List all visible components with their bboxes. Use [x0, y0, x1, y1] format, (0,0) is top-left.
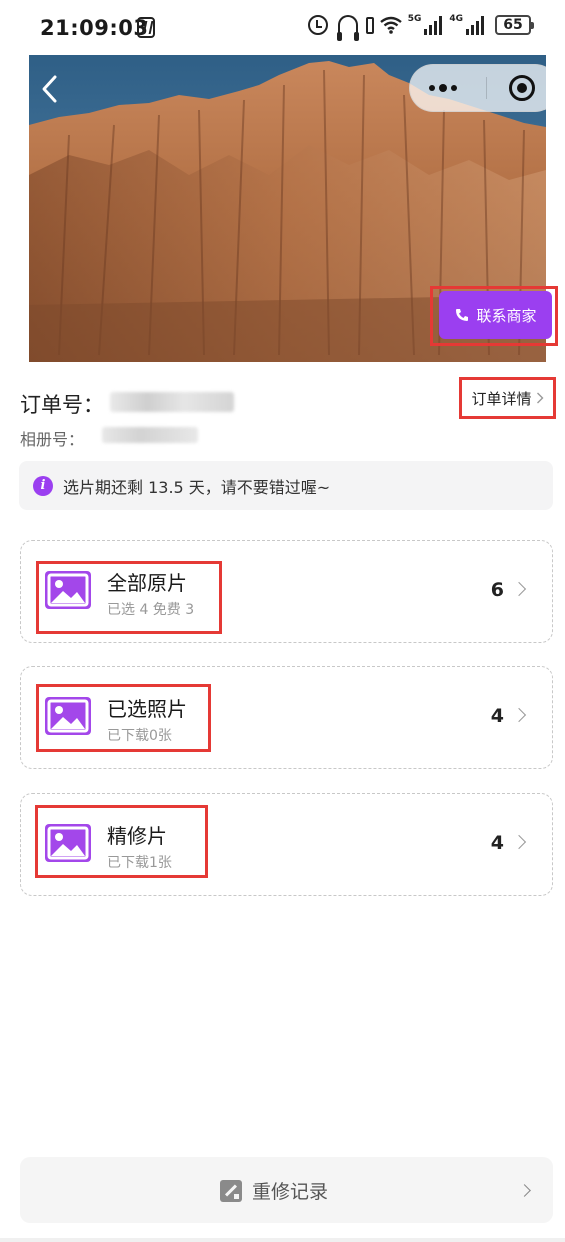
album-number-value-redacted	[102, 427, 198, 443]
card-subtitle: 已下载0张	[107, 728, 172, 744]
more-button[interactable]	[410, 65, 476, 111]
bottom-divider	[0, 1238, 565, 1242]
order-number-value-redacted	[110, 392, 234, 412]
order-detail-link[interactable]: 订单详情	[459, 377, 556, 419]
retouch-record-button[interactable]: 重修记录	[20, 1157, 553, 1223]
card-all-originals[interactable]: 全部原片 已选 4 免费 3 6	[20, 540, 553, 643]
status-icons: 5G 4G 65	[307, 14, 534, 41]
battery-level: 65	[503, 17, 523, 33]
card-title: 已选照片	[107, 697, 187, 721]
card-count: 4	[490, 832, 504, 854]
order-detail-label: 订单详情	[471, 389, 532, 408]
phone-icon	[456, 309, 469, 321]
card-retouched-photos[interactable]: 精修片 已下载1张 4	[20, 793, 553, 896]
nfc-icon	[137, 17, 155, 38]
chevron-right-icon	[536, 392, 543, 404]
edit-icon	[220, 1179, 242, 1202]
more-dot-icon	[438, 84, 447, 92]
network-5g-label: 5G	[407, 14, 422, 24]
target-icon	[509, 75, 536, 101]
notice-text: 选片期还剩 13.5 天，请不要错过喔~	[63, 477, 331, 497]
contact-merchant-button[interactable]: 联系商家	[439, 291, 552, 339]
wifi-icon	[379, 16, 402, 34]
album-number-label: 相册号：	[20, 430, 85, 449]
network-4g-label: 4G	[449, 14, 463, 24]
signal-4g-icon	[465, 15, 485, 35]
selection-deadline-notice: i 选片期还剩 13.5 天，请不要错过喔~	[19, 461, 553, 510]
card-subtitle: 已选 4 免费 3	[107, 602, 195, 618]
chevron-right-icon	[518, 1184, 531, 1197]
back-button[interactable]	[29, 67, 69, 111]
card-title: 精修片	[107, 824, 167, 848]
image-icon	[45, 571, 91, 609]
info-icon: i	[33, 475, 53, 496]
card-count: 4	[490, 705, 504, 727]
image-icon	[45, 697, 91, 735]
chevron-left-icon	[42, 75, 57, 103]
battery-icon: 65	[495, 15, 534, 35]
alarm-icon	[307, 15, 328, 35]
contact-merchant-label: 联系商家	[476, 306, 537, 325]
more-dot-icon	[428, 85, 435, 91]
signal-5g-icon	[423, 15, 443, 35]
close-mini-program-button[interactable]	[487, 65, 546, 111]
card-subtitle: 已下载1张	[107, 855, 172, 871]
image-icon	[45, 824, 91, 862]
more-dot-icon	[450, 85, 457, 91]
card-selected-photos[interactable]: 已选照片 已下载0张 4	[20, 666, 553, 769]
mini-program-capsule	[409, 64, 546, 112]
card-count: 6	[490, 579, 504, 601]
status-bar: 21:09:03 5G 4G 65	[0, 0, 565, 56]
order-number-label: 订单号：	[20, 393, 104, 417]
headphone-icon	[336, 15, 359, 41]
chevron-right-icon	[511, 707, 527, 723]
chevron-right-icon	[511, 581, 527, 597]
retouch-record-label: 重修记录	[252, 1181, 329, 1203]
status-time: 21:09:03	[40, 16, 149, 40]
device-battery-icon	[365, 16, 374, 34]
card-title: 全部原片	[107, 571, 187, 595]
chevron-right-icon	[511, 834, 527, 850]
